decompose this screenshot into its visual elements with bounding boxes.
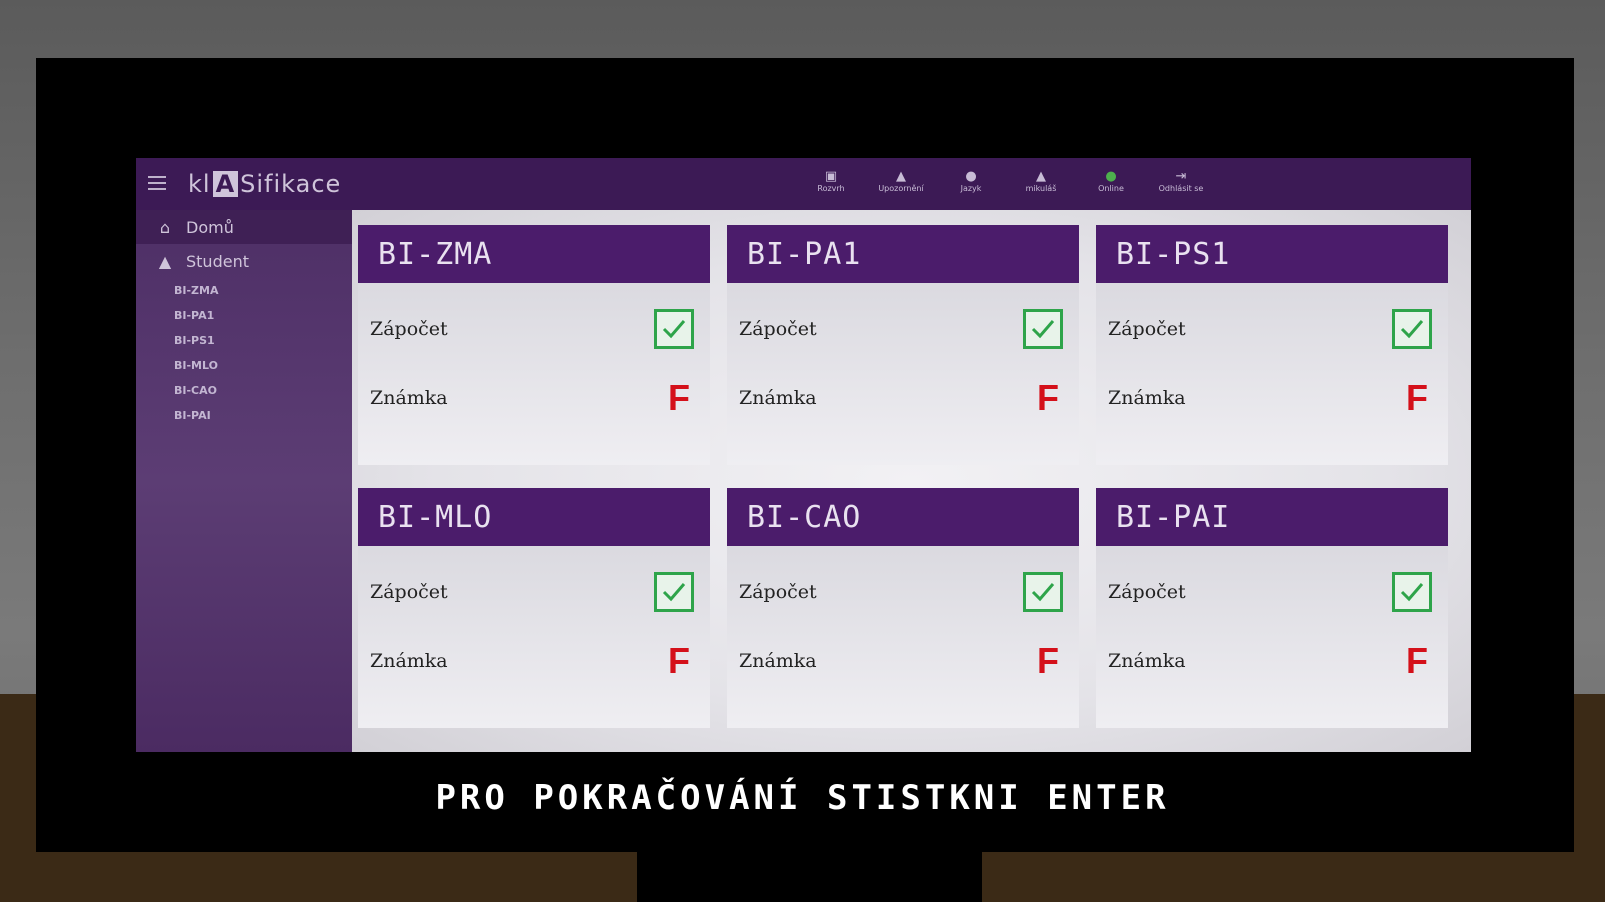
toolbar-label: Rozvrh (817, 184, 845, 193)
logout-icon: ⇥ (1175, 169, 1187, 184)
card-title: BI-MLO (358, 488, 710, 546)
graduation-cap-icon: ▲ (158, 251, 172, 271)
grade-row: Známka F (739, 377, 1063, 419)
home-icon: ⌂ (159, 217, 171, 237)
checkbox-checked-icon (1023, 572, 1063, 612)
grade-label: Známka (1108, 387, 1186, 409)
course-card[interactable]: BI-PAI Zápočet Známka F (1096, 488, 1448, 728)
logo-suffix: Sifikace (240, 170, 342, 198)
sidebar-item-label: Student (186, 251, 249, 271)
course-card[interactable]: BI-ZMA Zápočet Známka F (358, 225, 710, 465)
credit-label: Zápočet (1108, 581, 1186, 603)
app-logo[interactable]: kl A Sifikace (188, 170, 341, 198)
card-title: BI-PS1 (1096, 225, 1448, 283)
grade-row: Známka F (370, 377, 694, 419)
game-scene: kl A Sifikace ▣ Rozvrh ▲ Upozornění ● Jazyk ▲… (0, 0, 1605, 902)
credit-label: Zápočet (370, 318, 448, 340)
credit-row: Zápočet (370, 309, 694, 349)
globe-icon: ● (965, 169, 977, 184)
logo-box: A (212, 171, 239, 197)
sidebar-item-student[interactable]: ▲ Student (136, 244, 352, 278)
grade-row: Známka F (1108, 640, 1432, 682)
checkbox-checked-icon (654, 309, 694, 349)
grade-label: Známka (739, 650, 817, 672)
main-content: BI-ZMA Zápočet Známka F BI-PA1 Zápočet Zn… (352, 210, 1471, 752)
toolbar-label: Online (1098, 184, 1124, 193)
bell-icon: ▲ (896, 169, 906, 184)
grade-row: Známka F (370, 640, 694, 682)
online-icon: ● (1105, 169, 1117, 184)
top-bar: kl A Sifikace ▣ Rozvrh ▲ Upozornění ● Jazyk ▲… (136, 158, 1471, 210)
sidebar-course-link[interactable]: BI-CAO (136, 378, 352, 403)
grade-label: Známka (1108, 650, 1186, 672)
toolbar-logout[interactable]: ⇥ Odhlásit se (1146, 169, 1216, 194)
grade-row: Známka F (739, 640, 1063, 682)
sidebar-course-link[interactable]: BI-PS1 (136, 328, 352, 353)
toolbar-online[interactable]: ● Online (1076, 169, 1146, 194)
credit-row: Zápočet (1108, 572, 1432, 612)
course-card[interactable]: BI-PA1 Zápočet Známka F (727, 225, 1079, 465)
sidebar-item-home[interactable]: ⌂ Domů (136, 210, 352, 244)
sidebar: ⌂ Domů ▲ Student BI-ZMA BI-PA1 BI-PS1 BI-M… (136, 210, 352, 752)
grade-value: F (1406, 640, 1428, 681)
credit-row: Zápočet (739, 309, 1063, 349)
checkbox-checked-icon (1392, 572, 1432, 612)
grade-value: F (1037, 377, 1059, 418)
checkbox-checked-icon (654, 572, 694, 612)
toolbar-label: mikuláš (1025, 184, 1057, 193)
toolbar-schedule[interactable]: ▣ Rozvrh (796, 169, 866, 194)
monitor-screen: kl A Sifikace ▣ Rozvrh ▲ Upozornění ● Jazyk ▲… (136, 158, 1471, 752)
toolbar-label: Upozornění (878, 184, 924, 193)
logo-prefix: kl (188, 170, 211, 198)
toolbar-label: Jazyk (960, 184, 982, 193)
card-title: BI-PAI (1096, 488, 1448, 546)
credit-label: Zápočet (370, 581, 448, 603)
toolbar-notifications[interactable]: ▲ Upozornění (866, 169, 936, 194)
credit-label: Zápočet (739, 318, 817, 340)
grade-label: Známka (370, 387, 448, 409)
sidebar-course-link[interactable]: BI-ZMA (136, 278, 352, 303)
monitor-stand (637, 850, 982, 902)
credit-row: Zápočet (370, 572, 694, 612)
grade-value: F (1037, 640, 1059, 681)
credit-row: Zápočet (739, 572, 1063, 612)
credit-label: Zápočet (739, 581, 817, 603)
card-title: BI-CAO (727, 488, 1079, 546)
course-card[interactable]: BI-CAO Zápočet Známka F (727, 488, 1079, 728)
card-title: BI-ZMA (358, 225, 710, 283)
grade-label: Známka (739, 387, 817, 409)
grade-value: F (668, 377, 690, 418)
checkbox-checked-icon (1392, 309, 1432, 349)
calendar-icon: ▣ (824, 169, 838, 184)
user-icon: ▲ (1036, 169, 1046, 184)
grade-label: Známka (370, 650, 448, 672)
toolbar-label: Odhlásit se (1158, 184, 1204, 193)
toolbar-language[interactable]: ● Jazyk (936, 169, 1006, 194)
continue-prompt: PRO POKRAČOVÁNÍ STISTKNI ENTER (435, 778, 1170, 818)
sidebar-item-label: Domů (186, 217, 234, 237)
grade-value: F (1406, 377, 1428, 418)
course-card[interactable]: BI-MLO Zápočet Známka F (358, 488, 710, 728)
toolbar-user[interactable]: ▲ mikuláš (1006, 169, 1076, 194)
grade-value: F (668, 640, 690, 681)
hamburger-menu-icon[interactable] (148, 176, 166, 190)
sidebar-course-link[interactable]: BI-PAI (136, 403, 352, 428)
grade-row: Známka F (1108, 377, 1432, 419)
credit-label: Zápočet (1108, 318, 1186, 340)
checkbox-checked-icon (1023, 309, 1063, 349)
sidebar-course-link[interactable]: BI-MLO (136, 353, 352, 378)
card-title: BI-PA1 (727, 225, 1079, 283)
course-card[interactable]: BI-PS1 Zápočet Známka F (1096, 225, 1448, 465)
sidebar-course-link[interactable]: BI-PA1 (136, 303, 352, 328)
credit-row: Zápočet (1108, 309, 1432, 349)
toolbar: ▣ Rozvrh ▲ Upozornění ● Jazyk ▲ mikuláš ● Onl… (796, 169, 1216, 194)
